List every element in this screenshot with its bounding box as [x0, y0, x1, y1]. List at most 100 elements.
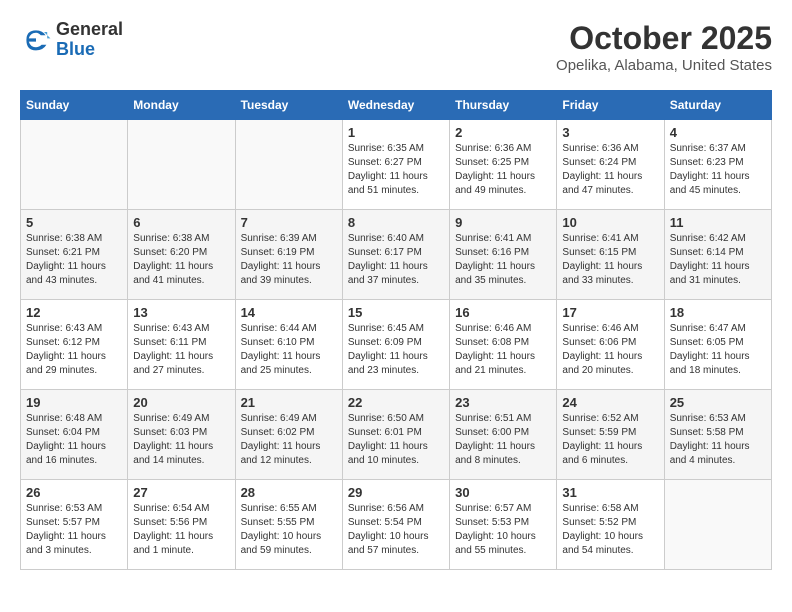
week-row-4: 26Sunrise: 6:53 AM Sunset: 5:57 PM Dayli… [21, 480, 772, 570]
calendar-cell: 27 Sunrise: 6:54 AM Sunset: 5:56 PM Dayli… [128, 480, 235, 570]
calendar-cell: 12Sunrise: 6:43 AM Sunset: 6:12 PM Dayli… [21, 300, 128, 390]
calendar-cell: 30 Sunrise: 6:57 AM Sunset: 5:53 PM Dayli… [450, 480, 557, 570]
day-number: 24 [562, 395, 658, 410]
day-number: 27 [133, 485, 229, 500]
calendar-cell: 25Sunrise: 6:53 AM Sunset: 5:58 PM Dayli… [664, 390, 771, 480]
col-header-wednesday: Wednesday [342, 91, 449, 120]
calendar-cell: 11 Sunrise: 6:42 AM Sunset: 6:14 PM Dayli… [664, 210, 771, 300]
calendar-cell: 14 Sunrise: 6:44 AM Sunset: 6:10 PM Dayli… [235, 300, 342, 390]
calendar-cell: 9 Sunrise: 6:41 AM Sunset: 6:16 PM Daylig… [450, 210, 557, 300]
day-number: 19 [26, 395, 122, 410]
day-info: Sunrise: 6:46 AM Sunset: 6:08 PM Dayligh… [455, 322, 551, 378]
day-number: 17 [562, 305, 658, 320]
day-number: 30 [455, 485, 551, 500]
day-number: 6 [133, 215, 229, 230]
day-number: 15 [348, 305, 444, 320]
day-number: 29 [348, 485, 444, 500]
calendar-header: SundayMondayTuesdayWednesdayThursdayFrid… [21, 91, 772, 120]
day-number: 3 [562, 125, 658, 140]
day-info: Sunrise: 6:40 AM Sunset: 6:17 PM Dayligh… [348, 232, 444, 288]
day-number: 20 [133, 395, 229, 410]
col-header-tuesday: Tuesday [235, 91, 342, 120]
day-number: 28 [241, 485, 337, 500]
calendar-cell [235, 120, 342, 210]
day-number: 1 [348, 125, 444, 140]
week-row-3: 19 Sunrise: 6:48 AM Sunset: 6:04 PM Dayli… [21, 390, 772, 480]
logo-icon [20, 24, 52, 56]
calendar-cell: 26Sunrise: 6:53 AM Sunset: 5:57 PM Dayli… [21, 480, 128, 570]
calendar-cell: 18Sunrise: 6:47 AM Sunset: 6:05 PM Dayli… [664, 300, 771, 390]
day-info: Sunrise: 6:52 AM Sunset: 5:59 PM Dayligh… [562, 412, 658, 468]
day-info: Sunrise: 6:36 AM Sunset: 6:25 PM Dayligh… [455, 142, 551, 198]
calendar-cell [21, 120, 128, 210]
header-row: SundayMondayTuesdayWednesdayThursdayFrid… [21, 91, 772, 120]
title-block: October 2025 Opelika, Alabama, United St… [556, 20, 772, 74]
day-info: Sunrise: 6:42 AM Sunset: 6:14 PM Dayligh… [670, 232, 766, 288]
day-number: 8 [348, 215, 444, 230]
calendar-body: 1Sunrise: 6:35 AM Sunset: 6:27 PM Daylig… [21, 120, 772, 570]
day-info: Sunrise: 6:46 AM Sunset: 6:06 PM Dayligh… [562, 322, 658, 378]
day-info: Sunrise: 6:57 AM Sunset: 5:53 PM Dayligh… [455, 502, 551, 558]
calendar-cell: 24 Sunrise: 6:52 AM Sunset: 5:59 PM Dayli… [557, 390, 664, 480]
day-info: Sunrise: 6:36 AM Sunset: 6:24 PM Dayligh… [562, 142, 658, 198]
location: Opelika, Alabama, United States [556, 57, 772, 74]
day-info: Sunrise: 6:41 AM Sunset: 6:15 PM Dayligh… [562, 232, 658, 288]
day-number: 31 [562, 485, 658, 500]
week-row-1: 5 Sunrise: 6:38 AM Sunset: 6:21 PM Daylig… [21, 210, 772, 300]
day-info: Sunrise: 6:58 AM Sunset: 5:52 PM Dayligh… [562, 502, 658, 558]
day-number: 16 [455, 305, 551, 320]
day-number: 26 [26, 485, 122, 500]
col-header-thursday: Thursday [450, 91, 557, 120]
col-header-friday: Friday [557, 91, 664, 120]
day-info: Sunrise: 6:53 AM Sunset: 5:58 PM Dayligh… [670, 412, 766, 468]
calendar-cell: 3 Sunrise: 6:36 AM Sunset: 6:24 PM Daylig… [557, 120, 664, 210]
calendar-cell: 1Sunrise: 6:35 AM Sunset: 6:27 PM Daylig… [342, 120, 449, 210]
calendar-cell: 4Sunrise: 6:37 AM Sunset: 6:23 PM Daylig… [664, 120, 771, 210]
col-header-monday: Monday [128, 91, 235, 120]
calendar-cell: 8 Sunrise: 6:40 AM Sunset: 6:17 PM Daylig… [342, 210, 449, 300]
day-info: Sunrise: 6:39 AM Sunset: 6:19 PM Dayligh… [241, 232, 337, 288]
col-header-sunday: Sunday [21, 91, 128, 120]
day-info: Sunrise: 6:41 AM Sunset: 6:16 PM Dayligh… [455, 232, 551, 288]
month-title: October 2025 [556, 20, 772, 57]
day-number: 14 [241, 305, 337, 320]
logo-text: General Blue [56, 20, 123, 60]
day-number: 4 [670, 125, 766, 140]
calendar-cell: 5 Sunrise: 6:38 AM Sunset: 6:21 PM Daylig… [21, 210, 128, 300]
calendar-cell: 17 Sunrise: 6:46 AM Sunset: 6:06 PM Dayli… [557, 300, 664, 390]
day-info: Sunrise: 6:56 AM Sunset: 5:54 PM Dayligh… [348, 502, 444, 558]
day-info: Sunrise: 6:43 AM Sunset: 6:12 PM Dayligh… [26, 322, 122, 378]
day-info: Sunrise: 6:45 AM Sunset: 6:09 PM Dayligh… [348, 322, 444, 378]
calendar-cell: 19 Sunrise: 6:48 AM Sunset: 6:04 PM Dayli… [21, 390, 128, 480]
week-row-2: 12Sunrise: 6:43 AM Sunset: 6:12 PM Dayli… [21, 300, 772, 390]
day-info: Sunrise: 6:43 AM Sunset: 6:11 PM Dayligh… [133, 322, 229, 378]
calendar-cell: 28 Sunrise: 6:55 AM Sunset: 5:55 PM Dayli… [235, 480, 342, 570]
day-info: Sunrise: 6:38 AM Sunset: 6:21 PM Dayligh… [26, 232, 122, 288]
calendar-cell: 23Sunrise: 6:51 AM Sunset: 6:00 PM Dayli… [450, 390, 557, 480]
day-number: 21 [241, 395, 337, 410]
day-info: Sunrise: 6:50 AM Sunset: 6:01 PM Dayligh… [348, 412, 444, 468]
logo-blue-text: Blue [56, 40, 123, 60]
calendar-cell [128, 120, 235, 210]
day-number: 10 [562, 215, 658, 230]
calendar-cell: 7Sunrise: 6:39 AM Sunset: 6:19 PM Daylig… [235, 210, 342, 300]
day-info: Sunrise: 6:55 AM Sunset: 5:55 PM Dayligh… [241, 502, 337, 558]
calendar-cell: 10 Sunrise: 6:41 AM Sunset: 6:15 PM Dayli… [557, 210, 664, 300]
day-number: 2 [455, 125, 551, 140]
day-number: 11 [670, 215, 766, 230]
calendar-cell: 15 Sunrise: 6:45 AM Sunset: 6:09 PM Dayli… [342, 300, 449, 390]
calendar-cell: 20 Sunrise: 6:49 AM Sunset: 6:03 PM Dayli… [128, 390, 235, 480]
day-info: Sunrise: 6:38 AM Sunset: 6:20 PM Dayligh… [133, 232, 229, 288]
day-number: 9 [455, 215, 551, 230]
day-info: Sunrise: 6:49 AM Sunset: 6:03 PM Dayligh… [133, 412, 229, 468]
calendar-cell: 29 Sunrise: 6:56 AM Sunset: 5:54 PM Dayli… [342, 480, 449, 570]
logo-general-text: General [56, 20, 123, 40]
day-info: Sunrise: 6:54 AM Sunset: 5:56 PM Dayligh… [133, 502, 229, 558]
logo: General Blue [20, 20, 123, 60]
calendar-cell: 13Sunrise: 6:43 AM Sunset: 6:11 PM Dayli… [128, 300, 235, 390]
day-info: Sunrise: 6:47 AM Sunset: 6:05 PM Dayligh… [670, 322, 766, 378]
day-info: Sunrise: 6:48 AM Sunset: 6:04 PM Dayligh… [26, 412, 122, 468]
calendar-cell: 6 Sunrise: 6:38 AM Sunset: 6:20 PM Daylig… [128, 210, 235, 300]
day-number: 5 [26, 215, 122, 230]
day-info: Sunrise: 6:44 AM Sunset: 6:10 PM Dayligh… [241, 322, 337, 378]
